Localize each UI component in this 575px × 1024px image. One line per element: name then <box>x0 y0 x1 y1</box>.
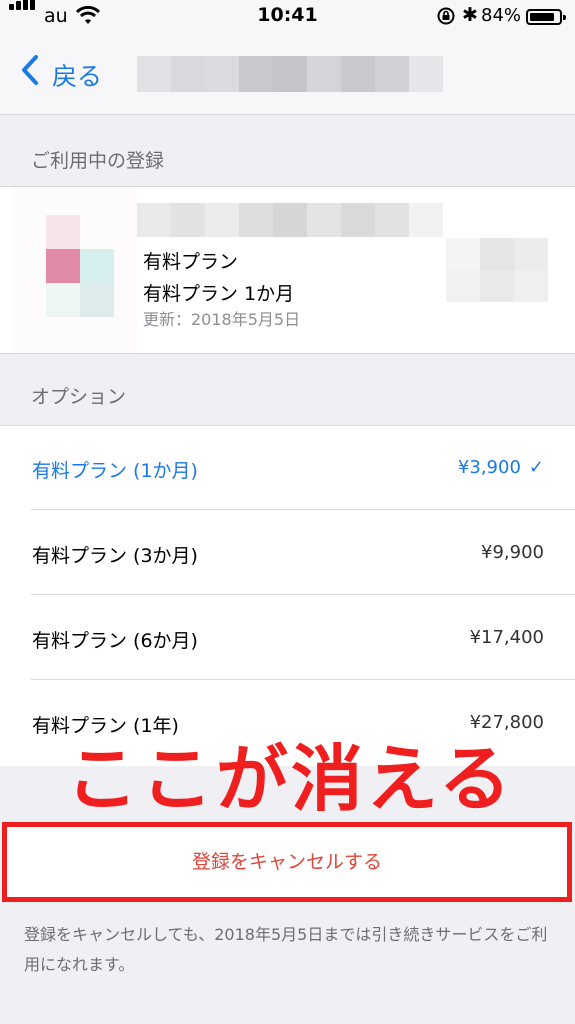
plan-detail: 有料プラン 1か月 <box>143 283 295 305</box>
battery-icon <box>526 9 566 25</box>
option-name: 有料プラン (3か月) <box>32 545 198 567</box>
option-name: 有料プラン (6か月) <box>32 630 198 652</box>
option-row-3-months[interactable]: 有料プラン (3か月) ¥9,900 <box>0 511 575 595</box>
rotation-lock-icon <box>437 7 455 25</box>
options-section-title: オプション <box>31 386 127 408</box>
battery-percent: 84% <box>481 5 522 26</box>
divider <box>31 594 575 595</box>
chevron-left-icon <box>22 55 38 85</box>
cancel-subscription-button[interactable]: 登録をキャンセルする <box>7 827 567 897</box>
checkmark-icon: ✓ <box>528 457 544 478</box>
current-section-title: ご利用中の登録 <box>31 150 165 172</box>
navigation-bar: 戻る <box>0 34 575 115</box>
options-list: 有料プラン (1か月) ¥3,900 ✓ 有料プラン (3か月) ¥9,900 有… <box>0 425 575 766</box>
footer-note: 登録をキャンセルしても、2018年5月5日までは引き続きサービスをご利用になれま… <box>24 925 548 974</box>
renewal-date: 更新：2018年5月5日 <box>143 310 301 329</box>
divider <box>31 679 575 680</box>
option-price: ¥9,900 <box>481 542 544 563</box>
option-row-1-month[interactable]: 有料プラン (1か月) ¥3,900 ✓ <box>0 426 575 510</box>
plan-name: 有料プラン <box>143 251 239 273</box>
annotation-text: ここが消える <box>66 737 514 821</box>
divider <box>31 509 575 510</box>
back-label: 戻る <box>52 62 103 91</box>
option-price: ¥17,400 <box>469 627 544 648</box>
option-row-6-months[interactable]: 有料プラン (6か月) ¥17,400 <box>0 596 575 680</box>
pixelated-title <box>137 56 443 92</box>
pixelated-app-icon <box>13 187 137 353</box>
option-price: ¥3,900 ✓ <box>457 457 544 478</box>
pixelated-app-name <box>137 203 443 237</box>
option-name: 有料プラン (1か月) <box>32 460 198 482</box>
bluetooth-icon: ✱ <box>462 4 478 26</box>
annotation-highlight-box: 登録をキャンセルする <box>2 822 572 902</box>
current-subscription-card: 有料プラン 有料プラン 1か月 更新：2018年5月5日 <box>0 186 575 354</box>
status-bar: au 10:41 ✱ 84% <box>0 0 575 34</box>
pixelated-price <box>446 238 548 302</box>
